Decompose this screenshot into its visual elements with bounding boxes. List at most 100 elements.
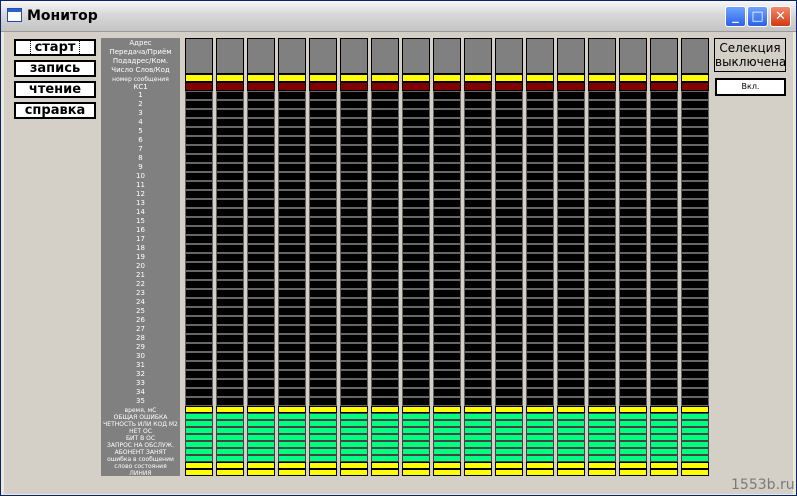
data-word-cell bbox=[557, 199, 585, 208]
monitor-column[interactable] bbox=[371, 38, 399, 476]
data-word-cell bbox=[588, 127, 616, 136]
data-word-cell bbox=[371, 298, 399, 307]
selection-enable-button[interactable]: Вкл. bbox=[715, 78, 786, 96]
data-word-cell bbox=[185, 343, 213, 352]
write-button[interactable]: запись bbox=[14, 60, 96, 77]
data-word-cell bbox=[681, 397, 709, 406]
monitor-column[interactable] bbox=[185, 38, 213, 476]
data-word-cell bbox=[185, 316, 213, 325]
data-word-cell bbox=[433, 154, 461, 163]
monitor-column[interactable] bbox=[650, 38, 678, 476]
data-word-cell bbox=[588, 235, 616, 244]
monitor-column[interactable] bbox=[216, 38, 244, 476]
data-word-cell bbox=[650, 334, 678, 343]
status-cell bbox=[216, 427, 244, 434]
close-button[interactable]: ✕ bbox=[770, 6, 791, 27]
status-cell bbox=[278, 420, 306, 427]
data-word-cell bbox=[185, 109, 213, 118]
data-word-cell bbox=[371, 334, 399, 343]
data-word-cell bbox=[526, 199, 554, 208]
top-marker-cell bbox=[216, 74, 244, 82]
monitor-column[interactable] bbox=[402, 38, 430, 476]
read-button[interactable]: чтение bbox=[14, 81, 96, 98]
monitor-column[interactable] bbox=[433, 38, 461, 476]
data-word-cell bbox=[278, 316, 306, 325]
data-word-cell bbox=[433, 127, 461, 136]
data-word-cell bbox=[526, 271, 554, 280]
monitor-column[interactable] bbox=[340, 38, 368, 476]
status-cell bbox=[278, 441, 306, 448]
data-word-label: 7 bbox=[138, 145, 143, 153]
line-cell bbox=[278, 469, 306, 476]
maximize-button[interactable]: □ bbox=[747, 6, 768, 27]
data-word-cell bbox=[402, 325, 430, 334]
data-word-cell bbox=[340, 199, 368, 208]
monitor-column[interactable] bbox=[588, 38, 616, 476]
data-word-cell bbox=[247, 154, 275, 163]
monitor-column[interactable] bbox=[557, 38, 585, 476]
status-cell bbox=[464, 455, 492, 462]
header-cell bbox=[402, 38, 430, 74]
footer-row-label: НЕТ ОС bbox=[129, 428, 152, 435]
data-word-cell bbox=[185, 352, 213, 361]
cs1-cell bbox=[557, 82, 585, 91]
data-word-cell bbox=[464, 298, 492, 307]
data-word-cell bbox=[495, 280, 523, 289]
data-word-cell bbox=[278, 352, 306, 361]
data-word-cell bbox=[278, 325, 306, 334]
status-cell bbox=[495, 448, 523, 455]
data-word-cell bbox=[216, 163, 244, 172]
status-cell bbox=[371, 448, 399, 455]
data-word-cell bbox=[495, 379, 523, 388]
monitor-column[interactable] bbox=[495, 38, 523, 476]
data-word-cell bbox=[309, 397, 337, 406]
data-word-label: 26 bbox=[136, 316, 145, 324]
data-word-label: 8 bbox=[138, 154, 143, 162]
header-row-label: Передача/Приём bbox=[109, 48, 172, 56]
monitor-column[interactable] bbox=[681, 38, 709, 476]
data-word-cell bbox=[309, 343, 337, 352]
data-word-cell bbox=[309, 199, 337, 208]
data-word-cell bbox=[433, 208, 461, 217]
client-area: старт запись чтение справка Адрес Передач… bbox=[4, 32, 793, 494]
data-word-cell bbox=[371, 226, 399, 235]
start-button[interactable]: старт bbox=[14, 39, 96, 56]
time-marker-cell bbox=[464, 406, 492, 413]
monitor-column[interactable] bbox=[619, 38, 647, 476]
monitor-column[interactable] bbox=[526, 38, 554, 476]
data-word-cell bbox=[619, 397, 647, 406]
data-word-cell bbox=[557, 226, 585, 235]
data-word-cell bbox=[619, 217, 647, 226]
help-button[interactable]: справка bbox=[14, 102, 96, 119]
status-word-cell bbox=[216, 462, 244, 469]
monitor-column[interactable] bbox=[309, 38, 337, 476]
data-word-cell bbox=[681, 388, 709, 397]
data-word-cell bbox=[464, 127, 492, 136]
cs1-cell bbox=[185, 82, 213, 91]
status-cell bbox=[185, 455, 213, 462]
status-word-cell bbox=[464, 462, 492, 469]
data-word-cell bbox=[557, 244, 585, 253]
data-word-cell bbox=[278, 208, 306, 217]
data-word-cell bbox=[185, 154, 213, 163]
title-bar[interactable]: Монитор _ □ ✕ bbox=[1, 1, 796, 32]
data-word-cell bbox=[650, 199, 678, 208]
data-word-cell bbox=[650, 118, 678, 127]
data-word-cell bbox=[464, 235, 492, 244]
time-marker-cell bbox=[681, 406, 709, 413]
minimize-button[interactable]: _ bbox=[725, 6, 746, 27]
data-word-cell bbox=[681, 154, 709, 163]
monitor-column[interactable] bbox=[278, 38, 306, 476]
status-cell bbox=[402, 448, 430, 455]
data-word-cell bbox=[433, 298, 461, 307]
monitor-column[interactable] bbox=[247, 38, 275, 476]
data-word-cell bbox=[402, 172, 430, 181]
status-cell bbox=[340, 420, 368, 427]
data-word-cell bbox=[619, 388, 647, 397]
data-word-cell bbox=[464, 289, 492, 298]
data-word-cell bbox=[216, 190, 244, 199]
data-word-cell bbox=[526, 361, 554, 370]
monitor-column[interactable] bbox=[464, 38, 492, 476]
top-marker-cell bbox=[402, 74, 430, 82]
status-cell bbox=[588, 413, 616, 420]
